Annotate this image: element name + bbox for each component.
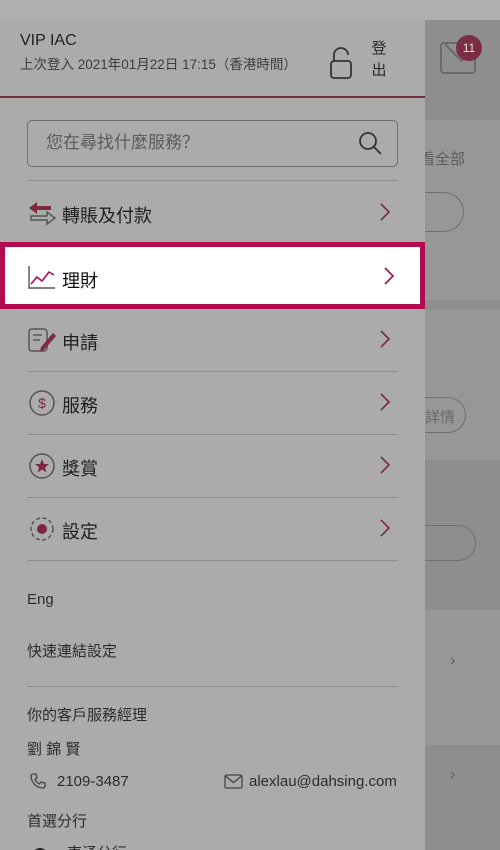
menu-item-settings[interactable]: 設定	[27, 498, 398, 560]
menu-item-application[interactable]: 申請	[27, 309, 398, 371]
manager-name: 劉 錦 賢	[27, 741, 81, 758]
divider	[27, 560, 398, 561]
manager-email[interactable]: alexlau@dahsing.com	[249, 773, 397, 790]
drawer-header: VIP IAC 上次登入 2021年01月22日 17:15（香港時間） 登 出	[0, 20, 425, 98]
application-form-icon	[28, 328, 56, 352]
logout-button[interactable]: 登 出	[368, 38, 390, 82]
chevron-right-icon	[380, 393, 391, 411]
chevron-right-icon	[380, 330, 391, 348]
notification-badge: 11	[456, 35, 482, 61]
chevron-right-icon	[380, 203, 391, 221]
chevron-right-icon	[384, 267, 395, 285]
divider	[27, 686, 398, 687]
menu-label: 服務	[62, 396, 98, 416]
dollar-circle-icon: $	[29, 390, 55, 416]
phone-icon	[30, 773, 46, 789]
background-card	[425, 310, 500, 460]
chevron-right-icon	[380, 456, 391, 474]
status-bar	[0, 0, 500, 20]
account-name: VIP IAC	[20, 32, 77, 49]
menu-label: 申請	[62, 333, 98, 353]
transfer-icon	[29, 202, 57, 226]
side-drawer: VIP IAC 上次登入 2021年01月22日 17:15（香港時間） 登 出…	[0, 20, 425, 850]
svg-text:$: $	[38, 395, 46, 411]
language-link[interactable]: Eng	[27, 591, 54, 608]
chart-line-icon	[28, 266, 55, 289]
background-card	[425, 610, 500, 745]
menu-label: 設定	[62, 522, 98, 542]
menu-label: 獎賞	[62, 459, 98, 479]
logout-label: 登 出	[371, 40, 387, 79]
manager-phone[interactable]: 2109-3487	[57, 773, 129, 790]
branch-name: 東涌分行	[67, 842, 127, 850]
menu-item-transfer[interactable]: 轉賬及付款	[27, 182, 398, 244]
manager-heading: 你的客戶服務經理	[27, 707, 148, 724]
divider	[27, 180, 398, 181]
gear-icon	[30, 517, 54, 541]
menu-item-rewards[interactable]: 獎賞	[27, 435, 398, 497]
last-login-text: 上次登入 2021年01月22日 17:15（香港時間）	[20, 57, 297, 72]
chevron-right-icon	[380, 519, 391, 537]
menu-item-services[interactable]: $ 服務	[27, 372, 398, 434]
menu-label: 理財	[62, 271, 98, 291]
menu-item-wealth[interactable]: 理財	[0, 242, 425, 309]
branch-heading: 首選分行	[27, 813, 88, 830]
chevron-right-icon: ›	[450, 652, 456, 669]
search-icon[interactable]	[357, 130, 383, 156]
star-circle-icon	[29, 453, 55, 479]
details-link: 詳情	[425, 409, 456, 426]
lock-icon[interactable]	[328, 46, 354, 80]
chevron-right-icon: ›	[450, 766, 456, 783]
quick-link-settings[interactable]: 快速連結設定	[27, 640, 117, 661]
search-input[interactable]	[46, 121, 346, 165]
search-box[interactable]	[27, 120, 398, 167]
email-icon	[224, 774, 243, 789]
view-all-link: 看全部	[420, 151, 466, 168]
menu-label: 轉賬及付款	[62, 206, 152, 226]
